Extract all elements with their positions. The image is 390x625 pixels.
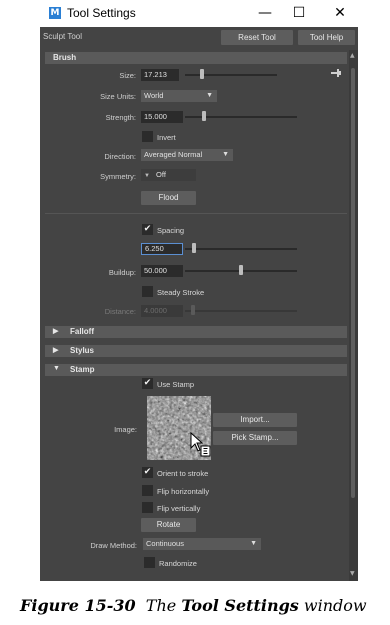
close-button[interactable]: ✕	[322, 3, 358, 23]
draw-method-value: Continuous	[146, 539, 184, 548]
triangle-right-icon: ▶	[53, 347, 59, 354]
scrollbar-thumb[interactable]	[351, 68, 355, 498]
spacing-label: Spacing	[157, 226, 185, 235]
tool-header: Sculpt Tool Reset Tool Tool Help	[40, 27, 358, 49]
pin-icon[interactable]	[331, 69, 341, 77]
tool-help-button[interactable]: Tool Help	[298, 30, 355, 45]
buildup-slider-handle[interactable]	[239, 265, 243, 275]
steady-stroke-label: Steady Stroke	[157, 288, 205, 297]
size-label: Size:	[119, 71, 136, 80]
stamp-section-header[interactable]: ▼ Stamp	[45, 364, 347, 376]
stamp-section-label: Stamp	[70, 365, 95, 374]
spacing-slider-track[interactable]	[185, 248, 297, 250]
symmetry-value: Off	[156, 170, 166, 179]
maximize-button[interactable]: ☐	[281, 3, 317, 23]
strength-label: Strength:	[105, 113, 136, 122]
image-label: Image:	[114, 425, 137, 434]
chevron-down-icon: ▼	[250, 540, 257, 547]
invert-label: Invert	[157, 133, 176, 142]
randomize-checkbox[interactable]	[144, 557, 155, 568]
size-slider-track[interactable]	[185, 74, 277, 76]
flip-horizontally-checkbox[interactable]	[142, 485, 153, 496]
direction-dropdown[interactable]: Averaged Normal ▼	[141, 149, 233, 161]
falloff-section-label: Falloff	[70, 327, 94, 336]
draw-method-dropdown[interactable]: Continuous ▼	[143, 538, 261, 550]
direction-value: Averaged Normal	[144, 150, 203, 159]
stylus-section-label: Stylus	[70, 346, 95, 355]
size-units-value: World	[144, 91, 164, 100]
caption-figure-number: Figure 15-30	[20, 596, 136, 615]
chevron-down-icon: ▼	[144, 173, 150, 179]
distance-slider-handle	[191, 305, 195, 315]
distance-label: Distance:	[104, 307, 136, 316]
size-field[interactable]: 17.213	[141, 69, 179, 81]
invert-checkbox[interactable]	[142, 131, 153, 142]
brush-section-label: Brush	[53, 53, 77, 62]
chevron-down-icon: ▼	[206, 92, 213, 99]
buildup-label: Buildup:	[108, 268, 136, 277]
triangle-right-icon: ▶	[53, 328, 59, 335]
caption-text-suffix: window	[303, 596, 367, 615]
symmetry-label: Symmetry:	[100, 172, 136, 181]
distance-field: 4.0000	[141, 305, 183, 317]
buildup-field[interactable]: 50.000	[141, 265, 183, 277]
randomize-label: Randomize	[159, 559, 197, 568]
figure-caption: Figure 15-30 The Tool Settings window	[20, 596, 367, 615]
size-units-dropdown[interactable]: World ▼	[141, 90, 217, 102]
scroll-up-icon[interactable]: ▲	[350, 52, 355, 59]
use-stamp-checkbox[interactable]: ✔	[142, 378, 153, 389]
brush-section-header[interactable]: Brush	[45, 52, 347, 64]
window-title: Tool Settings	[67, 6, 136, 20]
strength-field[interactable]: 15.000	[141, 111, 183, 123]
maya-app-icon: M	[49, 7, 61, 19]
strength-slider-handle[interactable]	[202, 111, 206, 121]
spacing-field[interactable]: 6.250	[141, 243, 183, 255]
flip-vertically-label: Flip vertically	[157, 504, 201, 513]
minimize-button[interactable]: —	[247, 3, 283, 23]
size-slider-handle[interactable]	[200, 69, 204, 79]
title-bar: M Tool Settings — ☐ ✕	[40, 0, 358, 27]
pick-stamp-button[interactable]: Pick Stamp...	[213, 431, 297, 445]
caption-bold-text: Tool Settings	[181, 596, 299, 615]
vertical-scrollbar[interactable]: ▲ ▼	[349, 50, 358, 581]
import-button[interactable]: Import...	[213, 413, 297, 427]
draw-method-label: Draw Method:	[90, 541, 137, 550]
orient-to-stroke-label: Orient to stroke	[157, 469, 209, 478]
direction-label: Direction:	[104, 152, 136, 161]
tool-settings-window: M Tool Settings — ☐ ✕ Sculpt Tool Reset …	[40, 0, 358, 581]
caption-text-prefix: The	[145, 596, 177, 615]
stylus-section-header[interactable]: ▶ Stylus	[45, 345, 347, 357]
cursor-icon	[190, 432, 211, 457]
flood-button[interactable]: Flood	[141, 191, 196, 205]
flip-vertically-checkbox[interactable]	[142, 502, 153, 513]
flip-horizontally-label: Flip horizontally	[157, 487, 210, 496]
chevron-down-icon: ▼	[222, 151, 229, 158]
use-stamp-label: Use Stamp	[157, 380, 195, 389]
distance-slider-track	[185, 310, 297, 312]
triangle-down-icon: ▼	[53, 365, 60, 372]
symmetry-dropdown[interactable]: ▼ Off	[141, 169, 196, 181]
spacing-checkbox[interactable]: ✔	[142, 224, 153, 235]
spacing-slider-handle[interactable]	[192, 243, 196, 253]
falloff-section-header[interactable]: ▶ Falloff	[45, 326, 347, 338]
rotate-button[interactable]: Rotate	[141, 518, 196, 532]
divider	[45, 213, 347, 214]
steady-stroke-checkbox[interactable]	[142, 286, 153, 297]
reset-tool-button[interactable]: Reset Tool	[221, 30, 293, 45]
orient-to-stroke-checkbox[interactable]: ✔	[142, 467, 153, 478]
tool-name: Sculpt Tool	[43, 32, 82, 41]
size-units-label: Size Units:	[100, 92, 136, 101]
scroll-down-icon[interactable]: ▼	[350, 570, 355, 577]
